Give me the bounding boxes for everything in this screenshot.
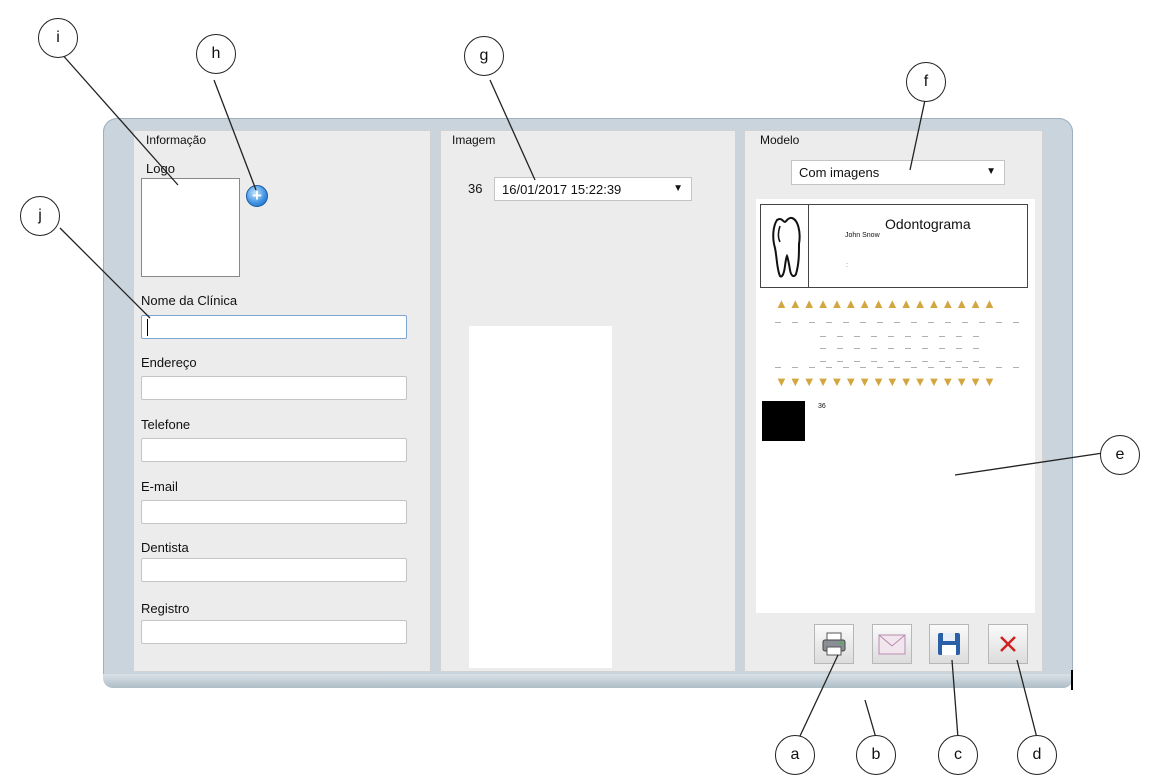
callout-g: g bbox=[464, 36, 504, 76]
callout-f: f bbox=[906, 62, 946, 102]
callout-h: h bbox=[196, 34, 236, 74]
callout-i: i bbox=[38, 18, 78, 58]
callout-d: d bbox=[1017, 735, 1057, 775]
callout-e: e bbox=[1100, 435, 1140, 475]
callout-c: c bbox=[938, 735, 978, 775]
callout-b: b bbox=[856, 735, 896, 775]
callout-leader-lines bbox=[59, 51, 1104, 739]
callout-a: a bbox=[775, 735, 815, 775]
callout-j: j bbox=[20, 196, 60, 236]
